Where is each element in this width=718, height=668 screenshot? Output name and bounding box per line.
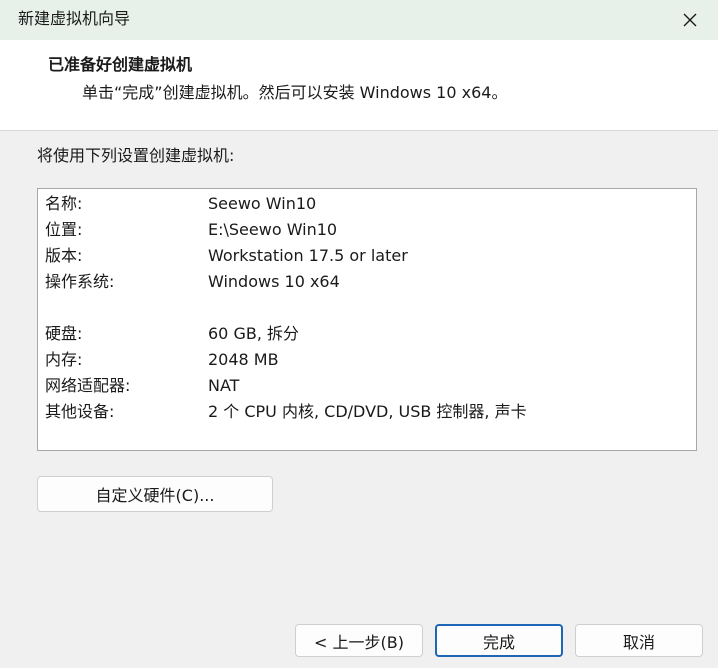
summary-label: 将使用下列设置创建虚拟机: (37, 146, 235, 165)
summary-value: 2048 MB (208, 350, 279, 369)
summary-value: NAT (208, 376, 240, 395)
summary-key: 操作系统: (45, 272, 115, 291)
summary-key: 版本: (45, 246, 83, 265)
title-bar: 新建虚拟机向导 (0, 0, 718, 40)
summary-box: 名称: Seewo Win10 位置: E:\Seewo Win10 版本: W… (37, 188, 697, 451)
wizard-window: 新建虚拟机向导 已准备好创建虚拟机 单击“完成”创建虚拟机。然后可以安装 Win… (0, 0, 718, 668)
window-title: 新建虚拟机向导 (18, 9, 131, 28)
summary-key: 网络适配器: (45, 376, 131, 395)
summary-row-network: 网络适配器: NAT (38, 374, 696, 398)
page-title: 已准备好创建虚拟机 (48, 55, 193, 74)
page-subtitle: 单击“完成”创建虚拟机。然后可以安装 Windows 10 x64。 (82, 83, 508, 102)
summary-value: Workstation 17.5 or later (208, 246, 408, 265)
summary-key: 硬盘: (45, 324, 83, 343)
summary-row-name: 名称: Seewo Win10 (38, 192, 696, 216)
summary-key: 名称: (45, 194, 83, 213)
summary-key: 内存: (45, 350, 83, 369)
summary-value: Windows 10 x64 (208, 272, 340, 291)
header-panel: 已准备好创建虚拟机 单击“完成”创建虚拟机。然后可以安装 Windows 10 … (0, 40, 718, 131)
summary-value: Seewo Win10 (208, 194, 317, 213)
summary-key: 位置: (45, 220, 83, 239)
summary-key: 其他设备: (45, 402, 115, 421)
summary-row-memory: 内存: 2048 MB (38, 348, 696, 372)
close-button[interactable] (676, 7, 704, 33)
summary-value: E:\Seewo Win10 (208, 220, 338, 239)
summary-row-location: 位置: E:\Seewo Win10 (38, 218, 696, 242)
back-button[interactable]: < 上一步(B) (295, 624, 423, 657)
summary-value: 60 GB, 拆分 (208, 324, 299, 343)
summary-row-disk: 硬盘: 60 GB, 拆分 (38, 322, 696, 346)
customize-hardware-button[interactable]: 自定义硬件(C)... (37, 476, 273, 512)
summary-row-version: 版本: Workstation 17.5 or later (38, 244, 696, 268)
cancel-button[interactable]: 取消 (575, 624, 703, 657)
summary-row-os: 操作系统: Windows 10 x64 (38, 270, 696, 294)
close-icon (683, 13, 697, 27)
summary-value: 2 个 CPU 内核, CD/DVD, USB 控制器, 声卡 (208, 402, 527, 421)
finish-button[interactable]: 完成 (435, 624, 563, 657)
summary-row-devices: 其他设备: 2 个 CPU 内核, CD/DVD, USB 控制器, 声卡 (38, 400, 696, 424)
